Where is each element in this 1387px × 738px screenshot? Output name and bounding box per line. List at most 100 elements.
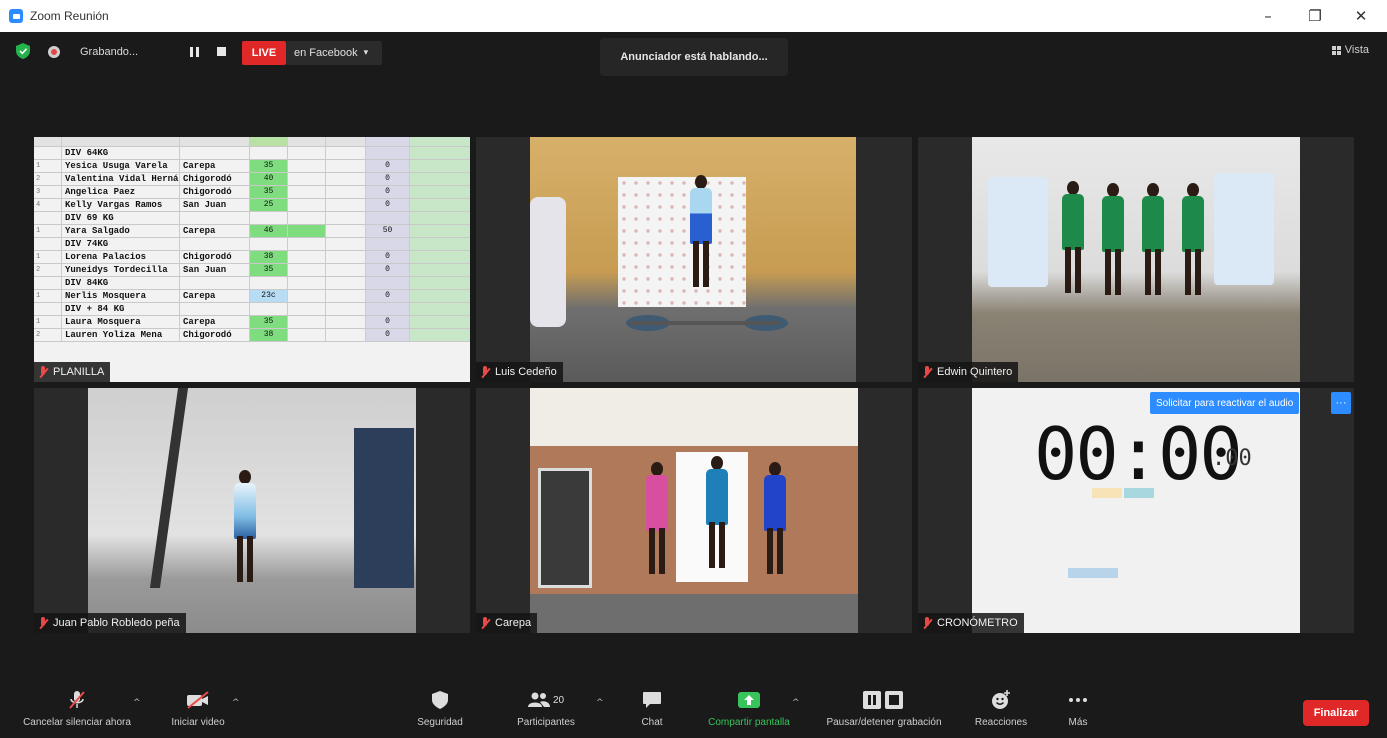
stopwatch-display: 00:00 .00 (972, 388, 1300, 633)
video-tile-luis-cedeno[interactable]: Luis Cedeño (476, 137, 912, 382)
mute-button[interactable]: Cancelar silenciar ahora (12, 680, 142, 738)
video-tile-planilla[interactable]: DIV 64KG 1 Yesica Usuga Varela Carepa 35 0 2 Va… (34, 137, 470, 382)
smiley-plus-icon (991, 690, 1011, 710)
sheet-cell (326, 290, 366, 302)
sheet-cell (326, 225, 366, 237)
share-screen-icon (737, 690, 761, 710)
sheet-row: 1 Laura Mosquera Carepa 35 0 (34, 316, 470, 329)
sheet-cell (288, 173, 326, 185)
sheet-cell-club (180, 147, 250, 159)
view-button[interactable]: Vista (1331, 44, 1369, 56)
sheet-cell-athlete: Yara Salgado (62, 225, 180, 237)
sheet-cell-club (180, 238, 250, 250)
video-tile-cronometro[interactable]: 00:00 .00 CRONÓMETRO (918, 388, 1354, 633)
muted-mic-icon (38, 365, 48, 379)
sheet-cell-attempt (250, 147, 288, 159)
stopwatch-control (1068, 568, 1118, 578)
sheet-cell (410, 225, 470, 237)
sheet-row: DIV + 84 KG (34, 303, 470, 316)
pause-stop-recording-button[interactable]: Pausar/detener grabación (814, 680, 954, 738)
participants-options-chevron-icon[interactable]: ^ (596, 698, 604, 708)
video-feed (918, 137, 1354, 382)
live-stream-dropdown[interactable]: en Facebook ▾ (286, 41, 382, 65)
sheet-cell-result: 0 (366, 251, 410, 263)
sheet-cell-club (180, 277, 250, 289)
sheet-cell (288, 160, 326, 172)
stop-recording-icon[interactable] (217, 47, 226, 56)
sheet-cell (326, 186, 366, 198)
sheet-cell-club: Carepa (180, 225, 250, 237)
minimize-button[interactable]: – (1245, 0, 1291, 32)
pause-stop-label: Pausar/detener grabación (826, 717, 942, 728)
close-button[interactable]: ✕ (1338, 0, 1384, 32)
sheet-cell-result: 0 (366, 160, 410, 172)
sheet-cell (410, 238, 470, 250)
sheet-cell (326, 277, 366, 289)
sheet-cell-number (34, 277, 62, 289)
participant-name: Carepa (495, 617, 532, 629)
sheet-cell (410, 173, 470, 185)
sheet-cell (410, 329, 470, 341)
video-options-chevron-icon[interactable]: ^ (232, 698, 240, 708)
participant-name-tag: Luis Cedeño (476, 362, 563, 382)
chat-button[interactable]: Chat (630, 680, 674, 738)
sheet-cell (410, 303, 470, 315)
sheet-cell-attempt (250, 238, 288, 250)
restore-button[interactable]: ❐ (1292, 0, 1338, 32)
sheet-row: 3 Angelica Paez Chigorodó 35 0 (34, 186, 470, 199)
more-button[interactable]: Más (1058, 680, 1098, 738)
tile-more-button[interactable]: ··· (1331, 392, 1351, 414)
video-button[interactable]: Iniciar video (160, 680, 236, 738)
meeting-toolbar: Cancelar silenciar ahora ^ Iniciar video… (0, 680, 1387, 738)
sheet-row: 2 Valentina Vidal Hernán Chigorodó 40 0 (34, 173, 470, 186)
sheet-cell-club (180, 303, 250, 315)
muted-mic-icon (38, 616, 48, 630)
sheet-cell (410, 251, 470, 263)
sheet-cell-club: San Juan (180, 264, 250, 276)
share-screen-label: Compartir pantalla (708, 717, 790, 728)
share-screen-button[interactable]: Compartir pantalla (696, 680, 802, 738)
sheet-cell (288, 238, 326, 250)
sheet-cell (288, 147, 326, 159)
sheet-cell-club: Chigorodó (180, 251, 250, 263)
video-label: Iniciar video (171, 717, 225, 728)
sheet-row: DIV 74KG (34, 238, 470, 251)
sheet-cell (410, 199, 470, 211)
video-feed (476, 388, 912, 633)
grid-view-icon (1331, 45, 1341, 55)
sheet-cell-athlete: Lorena Palacios (62, 251, 180, 263)
sheet-cell (410, 186, 470, 198)
sheet-cell (288, 199, 326, 211)
end-meeting-button[interactable]: Finalizar (1303, 700, 1369, 726)
reactions-button[interactable]: Reacciones (966, 680, 1036, 738)
sheet-cell-athlete: Nerlis Mosquera (62, 290, 180, 302)
mute-options-chevron-icon[interactable]: ^ (133, 698, 141, 708)
participant-name-tag: CRONÓMETRO (918, 613, 1024, 633)
sheet-cell-number: 1 (34, 225, 62, 237)
sheet-row: 1 Lorena Palacios Chigorodó 38 0 (34, 251, 470, 264)
sheet-cell (288, 316, 326, 328)
sheet-cell-attempt: 35 (250, 264, 288, 276)
encryption-shield-icon[interactable] (16, 43, 30, 59)
window-titlebar: Zoom Reunión – ❐ ✕ (0, 0, 1387, 32)
sheet-cell-attempt: 46 (250, 225, 288, 237)
sheet-cell-club: Carepa (180, 290, 250, 302)
pause-recording-icon[interactable] (190, 47, 199, 57)
sheet-cell (410, 212, 470, 224)
sheet-cell (410, 264, 470, 276)
participants-button[interactable]: 20 Participantes (506, 680, 586, 738)
request-unmute-button[interactable]: Solicitar para reactivar el audio (1150, 392, 1300, 414)
sheet-cell (326, 212, 366, 224)
video-tile-carepa[interactable]: Carepa (476, 388, 912, 633)
security-button[interactable]: Seguridad (406, 680, 474, 738)
participant-name: CRONÓMETRO (937, 617, 1018, 629)
sheet-cell-result: 0 (366, 264, 410, 276)
sheet-cell (326, 303, 366, 315)
video-tile-juan-pablo[interactable]: Juan Pablo Robledo peña (34, 388, 470, 633)
sheet-cell-club: San Juan (180, 199, 250, 211)
sheet-cell-number (34, 212, 62, 224)
security-label: Seguridad (417, 717, 463, 728)
video-tile-edwin-quintero[interactable]: Edwin Quintero (918, 137, 1354, 382)
zoom-app-icon (9, 9, 23, 23)
share-options-chevron-icon[interactable]: ^ (792, 698, 800, 708)
